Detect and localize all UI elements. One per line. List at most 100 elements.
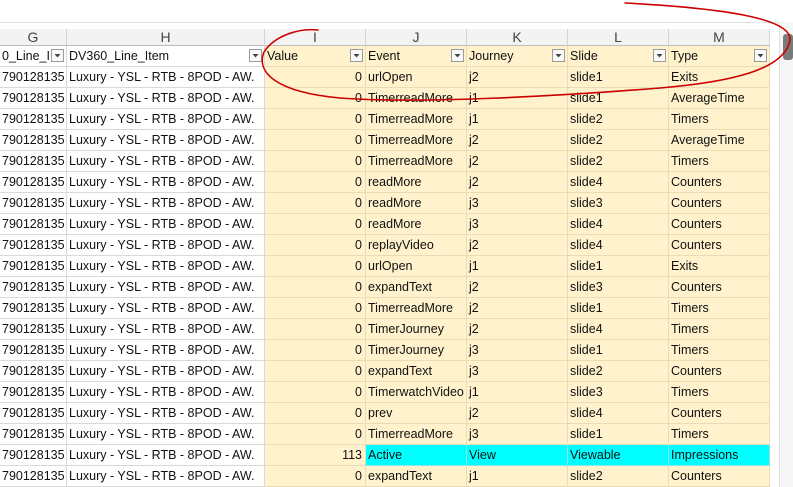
cell-col-l[interactable]: slide3 — [568, 382, 669, 403]
cell-col-j[interactable]: readMore — [366, 172, 467, 193]
cell-col-h[interactable]: Luxury - YSL - RTB - 8POD - AW. — [67, 466, 265, 487]
cell-col-k[interactable]: j2 — [467, 151, 568, 172]
cell-col-g[interactable]: 790128135 — [0, 382, 67, 403]
cell-col-i[interactable]: 0 — [265, 298, 366, 319]
column-letter-g[interactable]: G — [0, 29, 67, 46]
cell-col-k[interactable]: j1 — [467, 256, 568, 277]
cell-col-h[interactable]: Luxury - YSL - RTB - 8POD - AW. — [67, 67, 265, 88]
cell-col-g[interactable]: 790128135 — [0, 361, 67, 382]
cell-col-j[interactable]: TimerreadMore — [366, 151, 467, 172]
cell-col-l[interactable]: slide2 — [568, 151, 669, 172]
cell-col-i[interactable]: 0 — [265, 466, 366, 487]
cell-col-l[interactable]: slide1 — [568, 298, 669, 319]
cell-col-g[interactable]: 790128135 — [0, 214, 67, 235]
cell-col-m[interactable]: Exits — [669, 67, 770, 88]
cell-col-k[interactable]: j3 — [467, 340, 568, 361]
cell-col-m[interactable]: Counters — [669, 277, 770, 298]
cell-col-j[interactable]: expandText — [366, 277, 467, 298]
cell-col-g[interactable]: 790128135 — [0, 466, 67, 487]
filter-dropdown-icon[interactable] — [754, 49, 767, 62]
cell-col-h[interactable]: Luxury - YSL - RTB - 8POD - AW. — [67, 445, 265, 466]
cell-col-m[interactable]: Counters — [669, 214, 770, 235]
cell-col-h[interactable]: Luxury - YSL - RTB - 8POD - AW. — [67, 256, 265, 277]
cell-col-l[interactable]: slide3 — [568, 277, 669, 298]
column-letter-m[interactable]: M — [669, 29, 770, 46]
cell-col-i[interactable]: 0 — [265, 109, 366, 130]
column-letter-k[interactable]: K — [467, 29, 568, 46]
cell-col-g[interactable]: 790128135 — [0, 88, 67, 109]
cell-col-i[interactable]: 0 — [265, 340, 366, 361]
cell-col-h[interactable]: Luxury - YSL - RTB - 8POD - AW. — [67, 298, 265, 319]
cell-col-m[interactable]: Timers — [669, 340, 770, 361]
cell-col-g[interactable]: 790128135 — [0, 109, 67, 130]
cell-col-l[interactable]: slide2 — [568, 130, 669, 151]
cell-col-m[interactable]: AverageTime — [669, 88, 770, 109]
cell-col-l[interactable]: slide2 — [568, 109, 669, 130]
cell-col-h[interactable]: Luxury - YSL - RTB - 8POD - AW. — [67, 109, 265, 130]
cell-col-k[interactable]: j2 — [467, 319, 568, 340]
cell-col-g[interactable]: 790128135 — [0, 424, 67, 445]
vertical-scrollbar[interactable] — [779, 22, 793, 487]
cell-col-l[interactable]: slide4 — [568, 403, 669, 424]
column-letter-j[interactable]: J — [366, 29, 467, 46]
cell-col-j[interactable]: TimerJourney — [366, 319, 467, 340]
cell-col-j[interactable]: replayVideo — [366, 235, 467, 256]
cell-col-i[interactable]: 0 — [265, 319, 366, 340]
cell-col-k[interactable]: View — [467, 445, 568, 466]
cell-col-g[interactable]: 790128135 — [0, 235, 67, 256]
cell-col-m[interactable]: Counters — [669, 172, 770, 193]
header-col-m[interactable]: Type — [669, 46, 770, 67]
cell-col-m[interactable]: Counters — [669, 403, 770, 424]
cell-col-g[interactable]: 790128135 — [0, 67, 67, 88]
cell-col-l[interactable]: Viewable — [568, 445, 669, 466]
cell-col-k[interactable]: j3 — [467, 361, 568, 382]
cell-col-m[interactable]: Timers — [669, 151, 770, 172]
cell-col-g[interactable]: 790128135 — [0, 340, 67, 361]
filter-dropdown-icon[interactable] — [653, 49, 666, 62]
cell-col-l[interactable]: slide3 — [568, 193, 669, 214]
cell-col-k[interactable]: j2 — [467, 130, 568, 151]
cell-col-j[interactable]: TimerreadMore — [366, 298, 467, 319]
cell-col-m[interactable]: Timers — [669, 319, 770, 340]
cell-col-k[interactable]: j3 — [467, 214, 568, 235]
cell-col-g[interactable]: 790128135 — [0, 256, 67, 277]
cell-col-m[interactable]: Exits — [669, 256, 770, 277]
cell-col-h[interactable]: Luxury - YSL - RTB - 8POD - AW. — [67, 403, 265, 424]
cell-col-h[interactable]: Luxury - YSL - RTB - 8POD - AW. — [67, 235, 265, 256]
cell-col-l[interactable]: slide1 — [568, 340, 669, 361]
header-col-h[interactable]: DV360_Line_Item — [67, 46, 265, 67]
cell-col-i[interactable]: 0 — [265, 424, 366, 445]
cell-col-k[interactable]: j2 — [467, 298, 568, 319]
cell-col-i[interactable]: 0 — [265, 88, 366, 109]
cell-col-k[interactable]: j2 — [467, 277, 568, 298]
cell-col-k[interactable]: j1 — [467, 382, 568, 403]
cell-col-m[interactable]: Timers — [669, 424, 770, 445]
cell-col-k[interactable]: j3 — [467, 424, 568, 445]
header-col-i[interactable]: Value — [265, 46, 366, 67]
cell-col-m[interactable]: Counters — [669, 193, 770, 214]
cell-col-l[interactable]: slide1 — [568, 424, 669, 445]
cell-col-i[interactable]: 0 — [265, 193, 366, 214]
cell-col-l[interactable]: slide4 — [568, 172, 669, 193]
cell-col-k[interactable]: j1 — [467, 109, 568, 130]
cell-col-k[interactable]: j3 — [467, 193, 568, 214]
header-col-l[interactable]: Slide — [568, 46, 669, 67]
cell-col-g[interactable]: 790128135 — [0, 277, 67, 298]
cell-col-j[interactable]: expandText — [366, 361, 467, 382]
column-letter-i[interactable]: I — [265, 29, 366, 46]
cell-col-i[interactable]: 0 — [265, 172, 366, 193]
cell-col-m[interactable]: Counters — [669, 466, 770, 487]
column-letter-l[interactable]: L — [568, 29, 669, 46]
cell-col-k[interactable]: j2 — [467, 172, 568, 193]
cell-col-m[interactable]: Impressions — [669, 445, 770, 466]
cell-col-g[interactable]: 790128135 — [0, 172, 67, 193]
cell-col-i[interactable]: 113 — [265, 445, 366, 466]
cell-col-h[interactable]: Luxury - YSL - RTB - 8POD - AW. — [67, 130, 265, 151]
cell-col-g[interactable]: 790128135 — [0, 403, 67, 424]
cell-col-i[interactable]: 0 — [265, 67, 366, 88]
filter-dropdown-icon[interactable] — [51, 49, 64, 62]
cell-col-m[interactable]: Timers — [669, 109, 770, 130]
cell-col-j[interactable]: urlOpen — [366, 256, 467, 277]
cell-col-g[interactable]: 790128135 — [0, 130, 67, 151]
cell-col-l[interactable]: slide1 — [568, 67, 669, 88]
